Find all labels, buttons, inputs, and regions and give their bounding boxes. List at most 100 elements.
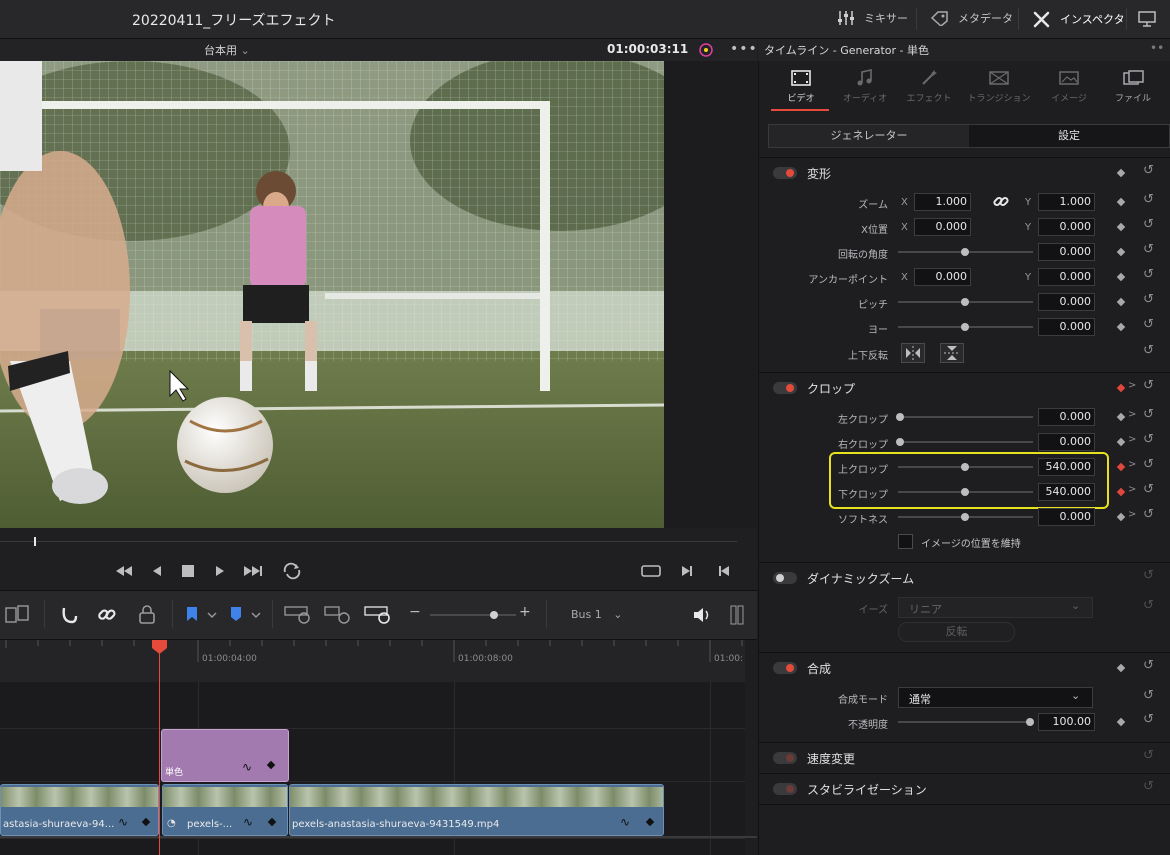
timeline-clip-solid-color[interactable]: 単色 ∿: [161, 729, 289, 782]
play-button[interactable]: [213, 563, 227, 582]
zoom-full-button[interactable]: [284, 604, 314, 629]
reset-icon[interactable]: ↺: [1143, 292, 1154, 307]
zoom-slider-knob[interactable]: [490, 611, 498, 619]
reset-icon[interactable]: ↺: [1143, 712, 1154, 727]
position-lock-button[interactable]: [136, 604, 158, 629]
yaw-field[interactable]: 0.000: [1038, 318, 1095, 336]
keyframe-icon[interactable]: [1116, 663, 1126, 673]
timeline-clip[interactable]: pexels-anastasia-shuraeva-9431549.mp4 ∿: [289, 784, 664, 836]
reset-icon[interactable]: ↺: [1143, 378, 1154, 393]
link-icon[interactable]: [993, 194, 1009, 210]
softness-field[interactable]: 0.000: [1038, 508, 1095, 526]
pitch-slider[interactable]: [898, 298, 1033, 306]
reset-icon[interactable]: ↺: [1143, 482, 1154, 497]
reset-icon[interactable]: ↺: [1143, 343, 1154, 358]
timeline-zoom-slider[interactable]: [430, 611, 516, 619]
dynamic-zoom-toggle[interactable]: [773, 572, 797, 584]
timeline-clip[interactable]: ◔ pexels-... ∿: [162, 784, 288, 836]
zoom-out-icon[interactable]: −: [409, 604, 421, 620]
prev-edit-button[interactable]: [716, 563, 732, 582]
next-edit-button[interactable]: [679, 563, 695, 582]
reset-icon[interactable]: ↺: [1143, 242, 1154, 257]
slider-knob[interactable]: [1026, 718, 1034, 726]
slider-knob[interactable]: [961, 248, 969, 256]
flip-horizontal-button[interactable]: [901, 343, 925, 363]
tab-file[interactable]: ファイル: [1098, 68, 1168, 104]
snapping-button[interactable]: [58, 604, 80, 629]
go-to-end-button[interactable]: [242, 563, 264, 582]
pitch-field[interactable]: 0.000: [1038, 293, 1095, 311]
scrub-playhead[interactable]: [34, 537, 36, 546]
segment-settings[interactable]: 設定: [969, 125, 1169, 147]
timeline-clip[interactable]: astasia-shuraeva-94... ∿: [0, 784, 159, 836]
next-keyframe-icon[interactable]: >: [1128, 409, 1136, 420]
curve-icon[interactable]: ∿: [242, 760, 252, 774]
flag-dropdown[interactable]: [184, 605, 218, 628]
keyframe-icon[interactable]: [141, 817, 151, 827]
match-frame-button[interactable]: [640, 563, 662, 582]
inspector-button[interactable]: インスペクタ: [1032, 10, 1125, 28]
keyframe-icon[interactable]: [266, 760, 276, 770]
swap-button[interactable]: 反転: [898, 622, 1015, 642]
playhead-handle-icon[interactable]: [152, 640, 168, 654]
next-keyframe-icon[interactable]: >: [1128, 509, 1136, 520]
ease-dropdown[interactable]: リニア ⌄: [898, 597, 1093, 618]
opacity-field[interactable]: 100.00: [1038, 713, 1095, 731]
scrub-bar[interactable]: [0, 528, 757, 556]
reset-icon[interactable]: ↺: [1143, 217, 1154, 232]
reset-icon[interactable]: ↺: [1143, 748, 1154, 763]
reset-icon[interactable]: ↺: [1143, 163, 1154, 178]
inspector-options-icon[interactable]: ••: [1150, 41, 1164, 55]
segment-generator[interactable]: ジェネレーター: [769, 125, 969, 147]
reset-icon[interactable]: ↺: [1143, 658, 1154, 673]
marker-dropdown[interactable]: [228, 605, 264, 628]
tab-effects[interactable]: エフェクト: [894, 68, 964, 104]
reset-icon[interactable]: ↺: [1143, 457, 1154, 472]
slider-knob[interactable]: [896, 413, 904, 421]
opacity-slider[interactable]: [898, 718, 1034, 726]
viewer-clip-dropdown[interactable]: 台本用 ⌄: [204, 42, 250, 58]
composite-enable-toggle[interactable]: [773, 662, 797, 674]
dynamic-zoom-section-header[interactable]: ダイナミックズーム ↺: [759, 562, 1170, 593]
retain-image-position-checkbox[interactable]: [898, 534, 913, 549]
zoom-x-field[interactable]: 1.000: [914, 193, 971, 211]
composite-section-header[interactable]: 合成 ↺: [759, 652, 1170, 683]
reset-icon[interactable]: ↺: [1143, 267, 1154, 282]
reset-icon[interactable]: ↺: [1143, 688, 1154, 703]
bus-dropdown[interactable]: Bus 1 ⌄: [571, 608, 622, 621]
reset-icon[interactable]: ↺: [1143, 598, 1154, 613]
crop-left-slider[interactable]: [896, 413, 1033, 421]
flip-vertical-button[interactable]: [940, 343, 964, 363]
loop-button[interactable]: [281, 562, 303, 583]
crop-right-slider[interactable]: [896, 438, 1033, 446]
transform-section-header[interactable]: 変形 ↺: [759, 157, 1170, 188]
next-keyframe-icon[interactable]: >: [1128, 459, 1136, 470]
crop-section-header[interactable]: クロップ > ↺: [759, 372, 1170, 403]
crop-right-field[interactable]: 0.000: [1038, 433, 1095, 451]
next-keyframe-icon[interactable]: >: [1128, 484, 1136, 495]
curve-icon[interactable]: ∿: [118, 815, 128, 829]
go-to-start-button[interactable]: [114, 563, 134, 582]
keyframe-icon[interactable]: [1116, 168, 1126, 178]
next-keyframe-icon[interactable]: >: [1128, 380, 1136, 391]
slider-knob[interactable]: [961, 513, 969, 521]
reset-icon[interactable]: ↺: [1143, 407, 1154, 422]
reset-icon[interactable]: ↺: [1143, 568, 1154, 583]
composite-mode-dropdown[interactable]: 通常 ⌄: [898, 687, 1093, 708]
zoom-y-field[interactable]: 1.000: [1038, 193, 1095, 211]
curve-icon[interactable]: ∿: [243, 815, 253, 829]
color-wheel-button[interactable]: [697, 41, 715, 62]
viewer-options-icon[interactable]: •••: [730, 41, 758, 57]
metadata-button[interactable]: メタデータ: [930, 10, 1013, 26]
tab-image[interactable]: イメージ: [1034, 68, 1104, 104]
reset-icon[interactable]: ↺: [1143, 507, 1154, 522]
reset-icon[interactable]: ↺: [1143, 317, 1154, 332]
linked-selection-button[interactable]: [96, 604, 118, 629]
stabilization-section-header[interactable]: スタビライゼーション ↺: [759, 773, 1170, 804]
tab-audio[interactable]: オーディオ: [830, 68, 900, 104]
keyframe-icon[interactable]: [1116, 383, 1126, 393]
stop-button[interactable]: [181, 564, 195, 581]
slider-knob[interactable]: [896, 438, 904, 446]
reset-icon[interactable]: ↺: [1143, 192, 1154, 207]
zoom-detail-button[interactable]: [324, 604, 354, 629]
